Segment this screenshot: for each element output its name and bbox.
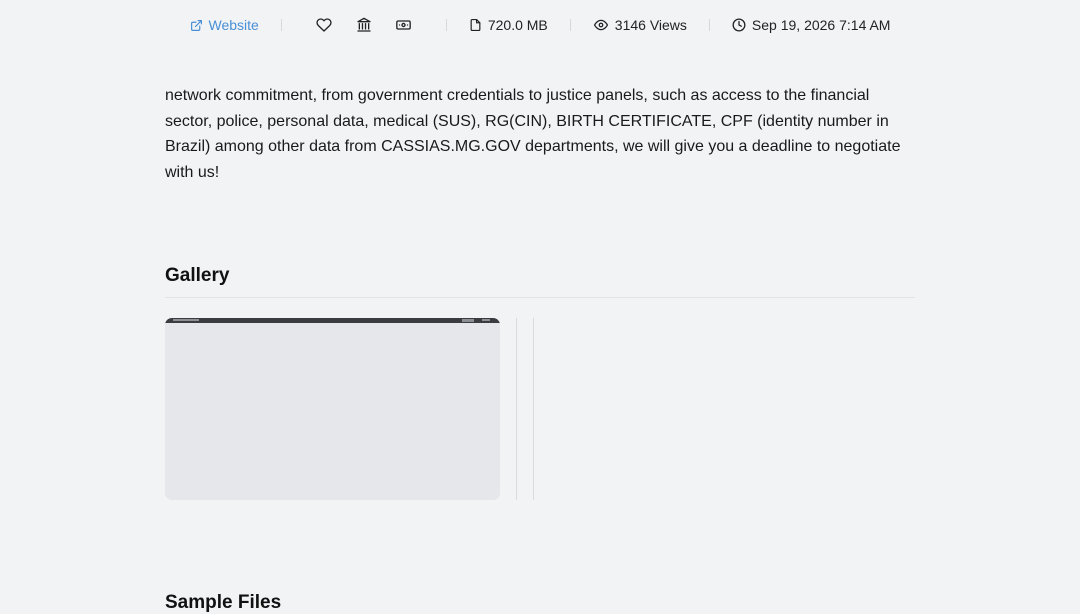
divider (445, 19, 447, 31)
divider (569, 19, 571, 31)
description-text: network commitment, from government cred… (165, 87, 901, 181)
date-value: Sep 19, 2026 7:14 AM (751, 17, 891, 33)
external-link-icon (190, 19, 203, 32)
file-size-value: 720.0 MB (487, 17, 548, 33)
gallery-divider (165, 297, 915, 298)
money-icon[interactable] (391, 12, 417, 38)
website-label: Website (208, 17, 259, 33)
bank-icon[interactable] (351, 12, 377, 38)
meta-bar: Website 720.0 MB 3146 Views Sep 19, 2026… (0, 0, 1080, 50)
file-icon (469, 18, 482, 32)
file-size: 720.0 MB (469, 17, 548, 33)
website-link[interactable]: Website (190, 17, 259, 33)
gallery-thumbnail[interactable] (516, 318, 517, 500)
divider (280, 19, 282, 31)
sample-files-title: Sample Files (165, 592, 282, 613)
clock-icon (732, 18, 746, 32)
views-count: 3146 Views (593, 17, 687, 33)
published-date: Sep 19, 2026 7:14 AM (732, 17, 891, 33)
gallery-title: Gallery (165, 265, 230, 286)
gallery-thumbnail[interactable] (165, 318, 500, 500)
thumbnail-topbar (165, 318, 500, 323)
eye-icon (593, 18, 609, 32)
divider (708, 19, 710, 31)
gallery-thumbnail[interactable] (533, 318, 534, 500)
gallery (165, 318, 534, 500)
heart-icon[interactable] (311, 12, 337, 38)
views-value: 3146 Views (614, 17, 687, 33)
